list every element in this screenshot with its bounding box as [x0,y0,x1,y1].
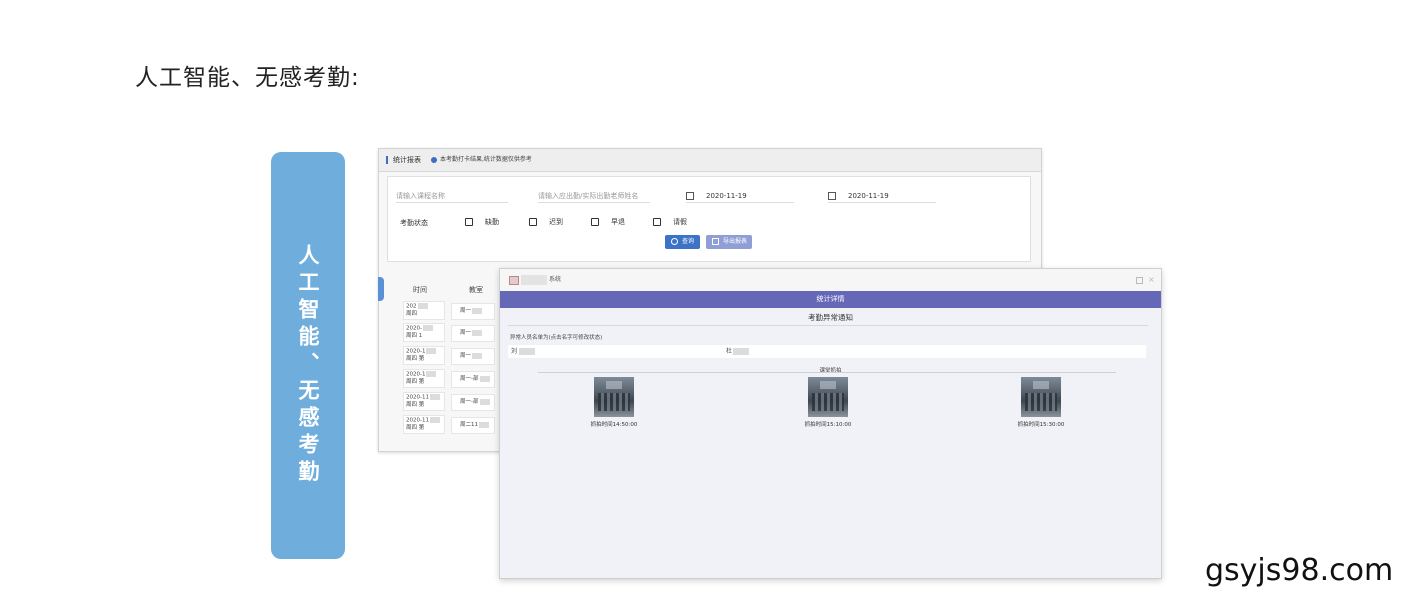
checkbox-icon [465,218,473,226]
snapshot-card[interactable]: 抓拍时间14:50:00 [591,377,637,428]
status-label: 考勤状态 [400,219,428,227]
redacted-name [519,348,535,355]
close-icon[interactable]: × [1148,269,1155,291]
absent-person-name[interactable]: 杜 [726,345,732,358]
table-row-time: 2020-11 周四 第 [403,392,445,411]
notice-title: 考勤异常通知 [808,313,853,322]
app-icon [509,276,519,285]
absent-list-note: 异常人员名单为(点击名字可修改状态) [510,335,603,341]
side-banner-text: 人工智能、无感考勤 [296,244,320,487]
classroom-snapshot-image[interactable] [594,377,634,417]
table-row-room: 周一 [451,325,495,342]
status-checkbox-early[interactable]: 早退 [591,218,625,227]
divider [508,325,1148,326]
page-heading: 人工智能、无感考勤: [135,65,360,91]
report-note: 本考勤打卡结果,统计数据仅供参考 [440,156,532,163]
filter-box: 请输入课程名称 请输入应出勤/实际出勤老师姓名 2020-11-19 2020-… [387,176,1031,262]
title-accent-bar [386,156,388,164]
column-header-time: 时间 [413,286,427,294]
status-checkbox-absent[interactable]: 缺勤 [465,218,499,227]
table-row-time: 2020-11 周四 第 [403,415,445,434]
redacted-name [733,348,749,355]
checkbox-icon [591,218,599,226]
dialog-titlebar: 系统 × [500,269,1161,291]
course-search-input[interactable]: 请输入课程名称 [396,190,508,203]
table-row-time: 202 周四 [403,301,445,320]
status-checkbox-leave[interactable]: 请假 [653,218,687,227]
classroom-snapshot-image[interactable] [1021,377,1061,417]
snapshot-card[interactable]: 抓拍时间15:30:00 [1018,377,1064,428]
snapshot-caption: 抓拍时间15:30:00 [1017,422,1065,428]
snapshot-card[interactable]: 抓拍时间15:10:00 [805,377,851,428]
table-row-time: 2020-1 周四 第 [403,346,445,365]
checkbox-icon [653,218,661,226]
divider [538,372,1116,373]
dialog-header: 统计详情 [500,291,1161,308]
calendar-icon [828,192,836,200]
absent-person-name[interactable]: 刘 [511,345,517,358]
absent-name-row: 刘 杜 [508,345,1146,358]
teacher-search-input[interactable]: 请输入应出勤/实际出勤老师姓名 [538,190,650,203]
table-row-room: 周一 [451,348,495,365]
end-date-field[interactable]: 2020-11-19 [828,190,936,203]
column-header-room: 教室 [469,286,483,294]
checkbox-icon [529,218,537,226]
window-title: 系统 [549,276,562,283]
snapshot-caption: 抓拍时间14:50:00 [590,422,638,428]
table-row-room: 周一-部 [451,371,495,388]
sidebar-collapse-handle[interactable] [378,277,384,301]
document-icon [712,238,719,245]
table-row-time: 2020- 周四 1 [403,323,445,342]
report-title: 统计报表 [393,156,421,164]
watermark: gsyjs98.com [1205,553,1394,588]
snapshot-caption: 抓拍时间15:10:00 [804,422,852,428]
calendar-icon [686,192,694,200]
table-row-time: 2020-1 周四 第 [403,369,445,388]
info-icon [431,157,437,163]
table-row-room: 周一-部 [451,394,495,411]
export-button[interactable]: 导出报表 [706,235,752,249]
side-banner: 人工智能、无感考勤 [271,152,345,559]
table-row-room: 周一 [451,303,495,320]
query-button[interactable]: 查询 [665,235,700,249]
classroom-snapshot-image[interactable] [808,377,848,417]
report-table: 时间 教室 202 周四 周一 2020- 周四 1 周一 2020-1 周四 第 周… [389,271,507,449]
table-row-room: 周二11 [451,417,495,434]
report-header: 统计报表 本考勤打卡结果,统计数据仅供参考 [379,149,1041,172]
statistics-detail-dialog: 系统 × 统计详情 考勤异常通知 异常人员名单为(点击名字可修改状态) 刘 杜 … [499,268,1162,579]
start-date-field[interactable]: 2020-11-19 [686,190,794,203]
redacted-system-name [521,275,547,285]
maximize-icon[interactable] [1136,277,1143,284]
search-icon [671,238,678,245]
status-checkbox-late[interactable]: 迟到 [529,218,563,227]
